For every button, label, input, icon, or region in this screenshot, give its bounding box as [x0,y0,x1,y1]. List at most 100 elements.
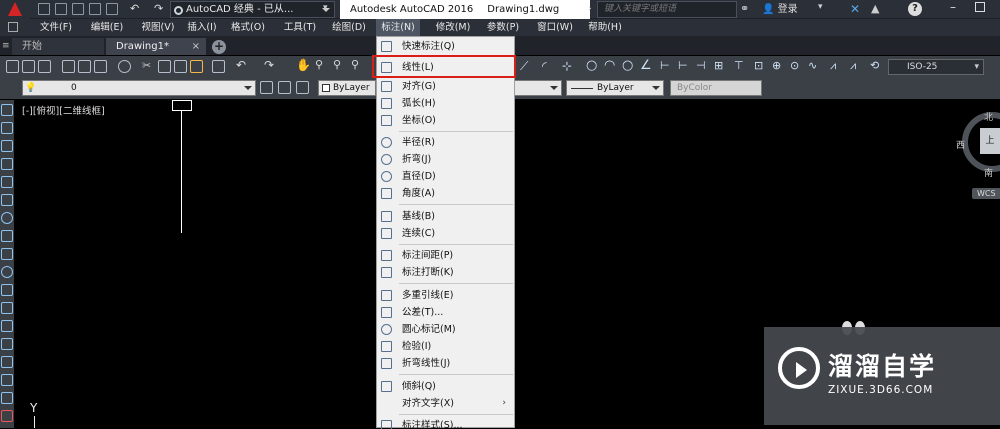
rectangle-icon[interactable] [1,176,13,188]
menu-item-baseline[interactable]: 基线(B) [377,208,514,225]
viewport-controls-label[interactable]: [-][俯视][二维线框] [22,103,105,117]
binoculars-icon[interactable]: ⚭ [740,3,752,15]
menu-item-radius[interactable]: 半径(R) [377,134,514,151]
circle-icon[interactable] [1,212,13,224]
dim-edit-icon[interactable]: ⩘ [830,59,836,73]
open-file-icon[interactable] [55,3,67,15]
save-icon[interactable] [72,3,84,15]
menu-item-tolerance[interactable]: 公差(T)... [377,304,514,321]
spline-icon[interactable] [1,248,13,260]
ellipse-icon[interactable] [1,266,13,278]
insert-block-icon[interactable] [1,302,13,314]
viewcube-west[interactable]: 西 [956,138,965,151]
polygon-icon[interactable] [1,158,13,170]
jogged-linear-icon[interactable]: ∿ [808,59,817,72]
open-icon[interactable] [22,60,35,73]
viewcube-south[interactable]: 南 [984,166,993,179]
tolerance-icon[interactable]: ⊡ [754,59,763,72]
menu-item-dim-style[interactable]: 标注样式(S)... [377,417,514,429]
minimize-icon[interactable]: – [950,0,956,14]
menu-item-inspect[interactable]: 检验(I) [377,338,514,355]
menu-dimension[interactable]: 标注(N) [376,19,420,36]
match-properties-icon[interactable] [190,60,203,73]
new-tab-button[interactable]: + [212,40,226,54]
menu-tools[interactable]: 工具(T) [279,19,321,36]
tab-menu-icon[interactable]: ≡ [2,41,10,51]
hatch-icon[interactable] [1,356,13,368]
menu-item-jogged-linear[interactable]: 折弯线性(J) [377,355,514,372]
search-input[interactable]: 键入关键字或短语 [597,1,737,18]
menu-item-oblique[interactable]: 倾斜(Q) [377,378,514,395]
menu-parametric[interactable]: 参数(P) [481,19,525,36]
construction-line-icon[interactable] [1,122,13,134]
zoom-realtime-icon[interactable]: ⚲ [315,58,323,71]
3d-dwf-icon[interactable] [118,60,131,73]
dim-update-icon[interactable]: ⟲ [870,59,879,72]
plot-icon[interactable] [62,60,75,73]
copy-icon[interactable] [158,60,171,73]
color-select[interactable]: ByLayer [318,80,376,96]
make-current-icon[interactable] [278,81,291,94]
menu-item-arc-length[interactable]: 弧长(H) [377,95,514,112]
make-block-icon[interactable] [1,320,13,332]
gradient-icon[interactable] [1,374,13,386]
menu-view[interactable]: 视图(V) [135,19,181,36]
menu-item-angular[interactable]: 角度(A) [377,185,514,202]
region-icon[interactable] [1,392,13,404]
layer-properties-icon[interactable] [260,81,273,94]
linetype-select[interactable]: ByLayer [566,80,664,96]
dim-radius-icon[interactable]: ○ [586,58,597,73]
redo-icon[interactable]: ↷ [264,58,274,72]
zoom-window-icon[interactable]: ⚲ [333,58,341,71]
menu-draw[interactable]: 绘图(D) [327,19,371,36]
publish-icon[interactable] [94,60,107,73]
layer-previous-icon[interactable] [296,81,309,94]
layer-select[interactable]: 💡 0 [22,80,256,96]
dim-jogged-icon[interactable]: ◠ [604,58,615,73]
point-icon[interactable] [1,338,13,350]
menu-item-multileader[interactable]: 多重引线(E) [377,287,514,304]
dim-baseline-icon[interactable]: ⊢ [678,59,688,72]
dim-style-select[interactable]: ISO-25 ▾ [888,59,984,75]
tab-drawing1[interactable]: Drawing1* × [106,38,206,55]
menu-item-quick-dimension[interactable]: 快速标注(Q) [377,38,514,55]
redo-icon[interactable]: ↷ [154,3,166,15]
autodesk-a360-icon[interactable]: ▲ [871,2,879,15]
menu-edit[interactable]: 编辑(E) [84,19,130,36]
cut-icon[interactable]: ✂ [142,59,151,72]
zoom-previous-icon[interactable]: ⚲ [351,58,359,71]
qnew-icon[interactable] [6,60,19,73]
menu-item-dim-space[interactable]: 标注间距(P) [377,247,514,264]
save-as-icon[interactable] [89,3,101,15]
menu-modify[interactable]: 修改(M) [431,19,475,36]
pan-icon[interactable]: ✋ [296,58,311,72]
chevron-down-icon[interactable]: ▾ [323,3,335,16]
block-editor-icon[interactable] [212,60,225,73]
line-icon[interactable] [1,104,13,116]
menu-help[interactable]: 帮助(H) [583,19,627,36]
inspect-icon[interactable]: ⊙ [790,59,799,72]
dim-space-icon[interactable]: ⊞ [714,59,723,72]
menu-item-align-text[interactable]: 对齐文字(X) › [377,395,514,412]
help-icon[interactable]: ? [908,2,922,16]
viewcube-top-face[interactable]: 上 [980,128,1000,154]
menu-item-dim-break[interactable]: 标注打断(K) [377,264,514,281]
menu-format[interactable]: 格式(O) [227,19,269,36]
dim-break-icon[interactable]: ⊤ [734,59,744,72]
menu-item-aligned[interactable]: 对齐(G) [377,78,514,95]
dim-ordinate-icon[interactable]: ⊹ [562,59,572,73]
save-icon[interactable] [38,60,51,73]
mtext-icon[interactable] [1,410,13,422]
dim-arc-icon[interactable]: ◜ [542,59,547,73]
paste-icon[interactable] [174,60,187,73]
menu-window[interactable]: 窗口(W) [532,19,578,36]
revision-cloud-icon[interactable] [1,230,13,242]
sign-in-button[interactable]: 👤 登录 [762,0,798,19]
dim-aligned-icon[interactable]: ⟋ [520,59,528,74]
new-file-icon[interactable] [38,3,50,15]
dim-diameter-icon[interactable]: ○ [622,58,633,73]
center-mark-icon[interactable]: ⊕ [772,59,781,72]
quick-dim-icon[interactable]: ⊢ [660,59,670,72]
menu-item-continue[interactable]: 连续(C) [377,225,514,242]
ellipse-arc-icon[interactable] [1,284,13,296]
